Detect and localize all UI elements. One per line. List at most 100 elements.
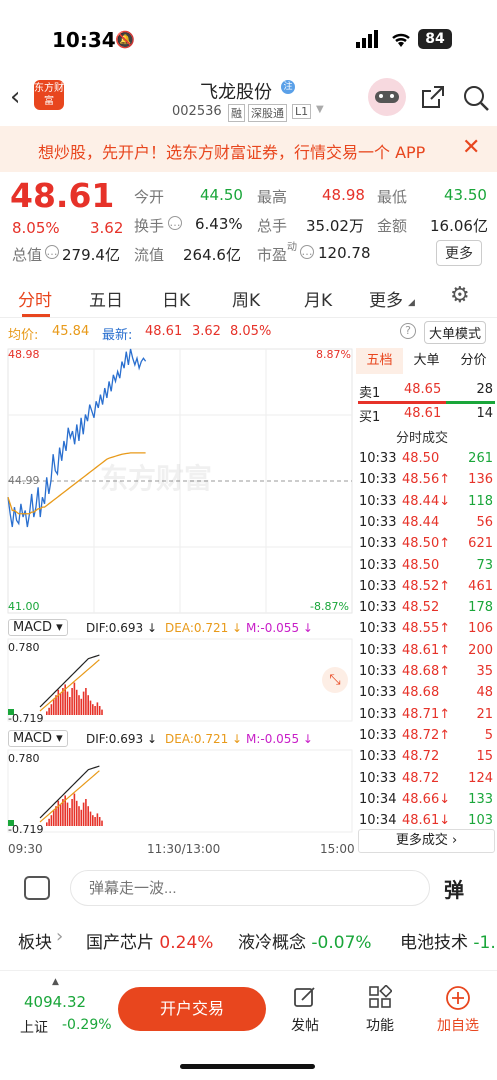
pe-value: 120.78 <box>318 244 371 262</box>
low-value: 43.50 <box>444 186 487 204</box>
big-order-mode-button[interactable]: 大单模式 <box>424 321 487 344</box>
info-icon[interactable]: … <box>300 245 314 259</box>
settings-icon[interactable]: ⚙ <box>450 283 470 308</box>
quote-panel: 48.61 8.05% 3.62 总值 … 279.4亿 今开 44.50 最高… <box>0 172 497 272</box>
help-icon[interactable]: ? <box>400 323 416 339</box>
volume-label: 总手 <box>257 217 288 235</box>
tick-price: 48.72 <box>402 749 440 765</box>
book-tab-label: 大单 <box>413 353 440 368</box>
mcap-value: 279.4亿 <box>62 246 120 264</box>
tick-price: 48.68↑ <box>402 664 451 679</box>
sector-item[interactable]: 液冷概念 -0.07% <box>238 928 372 953</box>
plus-circle-icon <box>445 986 471 1015</box>
battery-icon: 84 <box>418 29 452 49</box>
danmu-input[interactable] <box>70 870 430 906</box>
tick-price: 48.56↑ <box>402 472 451 488</box>
function-button[interactable]: 功能 <box>363 984 397 1035</box>
tab-more[interactable]: 更多 <box>369 286 403 311</box>
sector-pct: -0.07% <box>311 933 372 953</box>
sector-item[interactable]: 电池技术 -1. <box>400 928 496 953</box>
book-tab-five[interactable]: 五档 <box>356 348 403 374</box>
tab-monthly-k[interactable]: 月K <box>304 286 332 311</box>
post-button[interactable]: 发帖 <box>288 985 322 1035</box>
info-icon[interactable]: … <box>45 245 59 259</box>
macd-label: MACD <box>13 620 52 635</box>
sector-name: 液冷概念 <box>238 933 306 953</box>
float-label: 流值 <box>134 246 165 264</box>
tab-intraday[interactable]: 分时 <box>18 286 52 311</box>
bot-price-label: 41.00 <box>8 600 40 613</box>
tick-volume: 118 <box>468 493 493 509</box>
tick-volume: 124 <box>468 770 493 786</box>
tick-row: 10:34 48.66↓ 133 <box>356 790 497 811</box>
amount-label: 金额 <box>377 217 408 235</box>
sector-strip: 板块 › 国产芯片 0.24% 液冷概念 -0.07% 电池技术 -1. <box>0 920 497 958</box>
book-tab-big[interactable]: 大单 <box>403 348 450 374</box>
buy1-price: 48.61 <box>404 406 442 421</box>
back-icon[interactable]: ‹ <box>10 82 20 112</box>
change-value: 3.62 <box>90 219 124 237</box>
caret-icon: ◢ <box>408 298 415 308</box>
tag-margin: 融 <box>228 104 245 122</box>
more-button[interactable]: 更多 <box>436 240 482 266</box>
turnover-label: 换手 <box>134 217 165 235</box>
time-end: 15:00 <box>320 842 355 856</box>
promo-banner[interactable]: 想炒股，先开户！选东方财富证券，行情交易一个 APP ✕ <box>0 126 497 172</box>
tick-price: 48.72 <box>402 770 440 786</box>
registration-icon: 注 <box>281 80 295 94</box>
add-watchlist-button[interactable]: 加自选 <box>434 985 482 1035</box>
order-book: 五档 大单 分价 卖1 48.65 28 买1 48.61 14 分时成交 10… <box>356 348 497 858</box>
comment-bar: 弹 <box>0 866 497 912</box>
sector-pct: -1. <box>473 933 496 953</box>
robot-avatar[interactable] <box>368 78 406 116</box>
macd-selector[interactable]: MACD ▾ <box>8 619 68 636</box>
index-value[interactable]: 4094.32 <box>24 993 86 1011</box>
index-pct: -0.29% <box>62 1017 112 1033</box>
open-value: 44.50 <box>200 186 243 204</box>
app-logo: 东方财富 <box>34 80 64 110</box>
macd-bot: -0.719 <box>8 823 44 836</box>
danmu-button[interactable]: 弹 <box>444 874 464 903</box>
tab-weekly-k[interactable]: 周K <box>232 286 260 311</box>
tick-volume: 73 <box>476 557 493 573</box>
post-label: 发帖 <box>291 1018 319 1034</box>
tick-volume: 5 <box>484 727 493 743</box>
open-account-button[interactable]: 开户交易 <box>118 987 266 1031</box>
tick-volume: 21 <box>476 706 493 722</box>
sector-item[interactable]: 国产芯片 0.24% <box>86 928 213 953</box>
tab-5day[interactable]: 五日 <box>89 286 123 311</box>
stock-code: 002536 <box>172 104 222 119</box>
book-tab-label: 分价 <box>460 353 487 368</box>
close-icon[interactable]: ✕ <box>462 135 480 160</box>
tick-volume: 15 <box>476 749 493 765</box>
tick-time: 10:33 <box>359 514 397 530</box>
book-tab-price[interactable]: 分价 <box>450 348 497 374</box>
info-icon[interactable]: … <box>168 216 182 230</box>
tick-row: 10:33 48.61↑ 200 <box>356 641 497 662</box>
sector-label[interactable]: 板块 <box>18 928 52 953</box>
pe-sup: 动 <box>287 242 297 253</box>
intraday-chart[interactable]: 48.98 8.87% 44.99 41.00 -8.87% 东方财富 MACD… <box>0 345 355 860</box>
tab-daily-k[interactable]: 日K <box>162 286 190 311</box>
expand-icon[interactable]: ⤡ <box>322 667 348 693</box>
status-bar: 10:34 🔕 84 <box>0 0 497 80</box>
high-label: 最高 <box>257 188 288 206</box>
comment-icon[interactable] <box>24 876 50 900</box>
tick-row: 10:33 48.72 124 <box>356 769 497 790</box>
macd-selector[interactable]: MACD ▾ <box>8 730 68 747</box>
search-icon[interactable] <box>462 84 490 116</box>
mid-price-label: 44.99 <box>8 474 40 487</box>
share-icon[interactable] <box>420 84 446 114</box>
dropdown-icon[interactable]: ▼ <box>316 104 324 115</box>
macd-top: 0.780 <box>8 752 40 765</box>
period-tabs: 分时 五日 日K 周K 月K 更多 ◢ ⚙ <box>0 278 497 318</box>
more-ticks-button[interactable]: 更多成交 › <box>358 829 495 853</box>
ticks-title: 分时成交 <box>396 431 449 446</box>
tick-time: 10:34 <box>359 813 397 829</box>
tick-row: 10:33 48.50↑ 621 <box>356 534 497 555</box>
tick-time: 10:33 <box>359 493 397 509</box>
tick-time: 10:33 <box>359 621 397 637</box>
float-value: 264.6亿 <box>183 246 241 264</box>
avg-value: 45.84 <box>52 324 90 339</box>
low-label: 最低 <box>377 188 408 206</box>
